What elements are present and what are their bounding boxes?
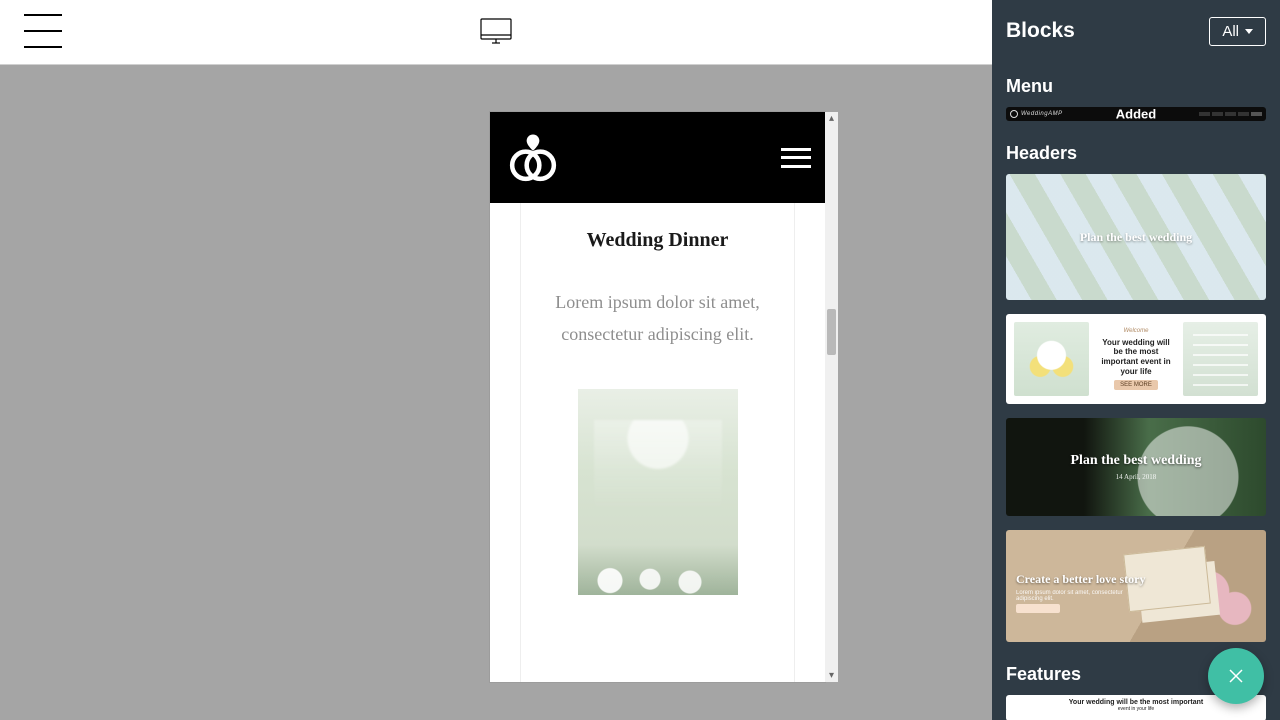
- site-menu-button[interactable]: [781, 148, 811, 168]
- blocks-panel-header: Blocks All: [1006, 0, 1266, 62]
- card-image: [578, 389, 738, 595]
- thumb-eyebrow: Welcome: [1124, 328, 1149, 334]
- menu-links-placeholder: [1199, 112, 1262, 116]
- blocks-panel: Blocks All Menu WeddingAMP Added Headers…: [992, 0, 1280, 720]
- thumb-subcaption: event in your life: [1118, 706, 1154, 712]
- blocks-panel-title: Blocks: [1006, 19, 1075, 43]
- added-badge: Added: [1112, 107, 1160, 121]
- thumb-caption: Create a better love story: [1016, 572, 1146, 587]
- thumb-caption: Your wedding will be the most important: [1069, 699, 1203, 706]
- feature-card[interactable]: Wedding Dinner Lorem ipsum dolor sit ame…: [520, 203, 795, 682]
- thumb-caption: Plan the best wedding: [1080, 230, 1192, 245]
- preview-body: Wedding Dinner Lorem ipsum dolor sit ame…: [490, 203, 825, 682]
- desktop-preview-button[interactable]: [478, 14, 514, 50]
- menu-brand: WeddingAMP: [1021, 111, 1063, 117]
- block-thumb-header-4[interactable]: Create a better love story Lorem ipsum d…: [1006, 530, 1266, 642]
- thumb-subcaption: Lorem ipsum dolor sit amet, consectetur …: [1016, 590, 1136, 602]
- scroll-down-icon[interactable]: ▾: [825, 669, 838, 682]
- block-thumb-header-3[interactable]: Plan the best wedding 14 April, 2018: [1006, 418, 1266, 516]
- chevron-down-icon: [1245, 29, 1253, 34]
- thumb-col-image-right: [1183, 322, 1258, 396]
- thumb-caption: Plan the best wedding: [1070, 453, 1201, 469]
- section-title-headers: Headers: [1006, 143, 1266, 164]
- site-logo[interactable]: [504, 129, 562, 187]
- blocks-filter-button[interactable]: All: [1209, 17, 1266, 46]
- thumb-button-placeholder: [1016, 604, 1060, 613]
- card-description: Lorem ipsum dolor sit amet, consectetur …: [541, 286, 774, 351]
- section-title-menu: Menu: [1006, 76, 1266, 97]
- thumb-col-text: Welcome Your wedding will be the most im…: [1095, 322, 1178, 396]
- scrollbar-thumb[interactable]: [827, 309, 836, 355]
- block-thumb-header-2[interactable]: Welcome Your wedding will be the most im…: [1006, 314, 1266, 404]
- mobile-preview-frame: Wedding Dinner Lorem ipsum dolor sit ame…: [490, 112, 825, 682]
- thumb-col-image-left: [1014, 322, 1089, 396]
- main-menu-button[interactable]: [24, 14, 62, 48]
- block-thumb-header-1[interactable]: Plan the best wedding: [1006, 174, 1266, 300]
- close-panel-button[interactable]: [1208, 648, 1264, 704]
- desktop-icon: [478, 14, 514, 50]
- thumb-button: SEE MORE: [1114, 380, 1158, 390]
- thumb-subcaption: 14 April, 2018: [1116, 473, 1157, 481]
- card-title: Wedding Dinner: [541, 229, 774, 252]
- wedding-rings-icon: [504, 129, 562, 187]
- site-navbar: [490, 112, 825, 203]
- scroll-up-icon[interactable]: ▴: [825, 112, 838, 125]
- preview-scrollbar[interactable]: ▴ ▾: [825, 112, 838, 682]
- thumb-caption: Your wedding will be the most important …: [1099, 338, 1174, 376]
- block-thumb-menu[interactable]: WeddingAMP Added: [1006, 107, 1266, 121]
- logo-ring-icon: [1010, 110, 1018, 118]
- editor-topbar: [0, 0, 992, 65]
- close-icon: [1226, 666, 1246, 686]
- filter-label: All: [1222, 23, 1239, 40]
